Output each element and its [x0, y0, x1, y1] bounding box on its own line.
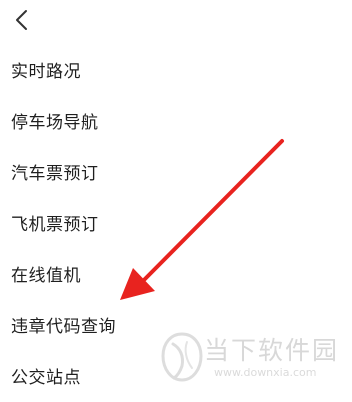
menu-item-flight-ticket[interactable]: 飞机票预订 [0, 197, 352, 248]
chevron-left-icon [16, 10, 27, 30]
menu-item-label: 飞机票预订 [11, 215, 99, 235]
top-bar [0, 0, 352, 44]
downxia-logo-icon [161, 332, 203, 382]
watermark-url: www.downxia.com [214, 366, 317, 379]
menu-item-realtime-traffic[interactable]: 实时路况 [0, 44, 352, 95]
menu-item-label: 违章代码查询 [11, 317, 116, 337]
menu-item-label: 停车场导航 [11, 113, 99, 133]
watermark-title: 当下软件园 [204, 336, 340, 365]
menu-item-label: 公交站点 [11, 368, 81, 388]
menu-item-label: 汽车票预订 [11, 164, 99, 184]
back-button[interactable] [6, 4, 38, 36]
menu-item-bus-ticket[interactable]: 汽车票预订 [0, 146, 352, 197]
menu-item-label: 在线值机 [11, 266, 81, 286]
menu-item-online-checkin[interactable]: 在线值机 [0, 248, 352, 299]
watermark: 当下软件园 www.downxia.com [160, 328, 340, 388]
menu-item-label: 实时路况 [11, 62, 81, 82]
menu-item-parking-navigation[interactable]: 停车场导航 [0, 95, 352, 146]
